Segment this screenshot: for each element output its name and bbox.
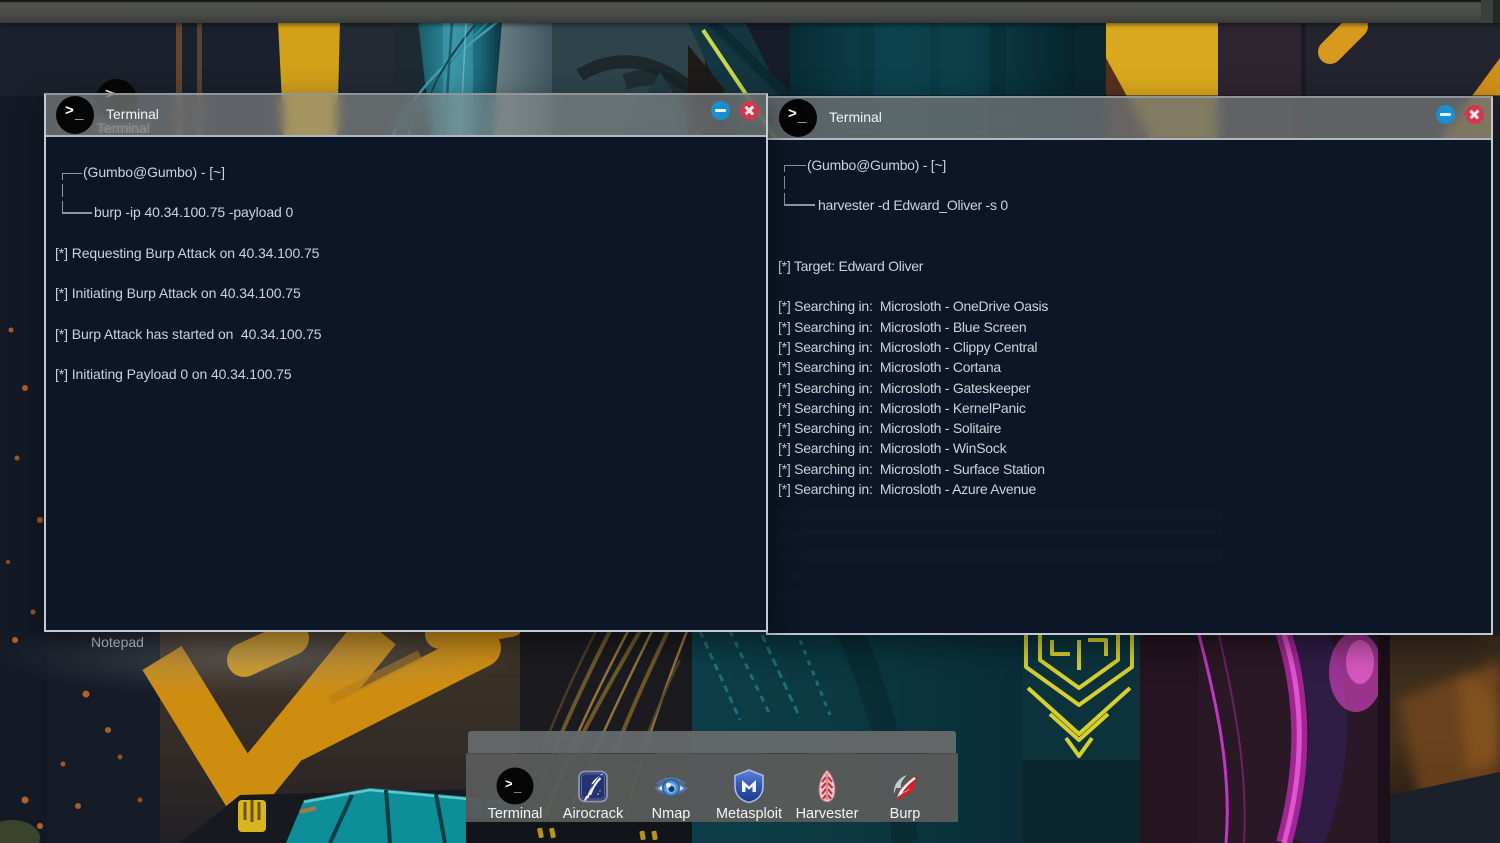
svg-text:_: _: [513, 779, 522, 794]
svg-text:>: >: [505, 776, 513, 791]
